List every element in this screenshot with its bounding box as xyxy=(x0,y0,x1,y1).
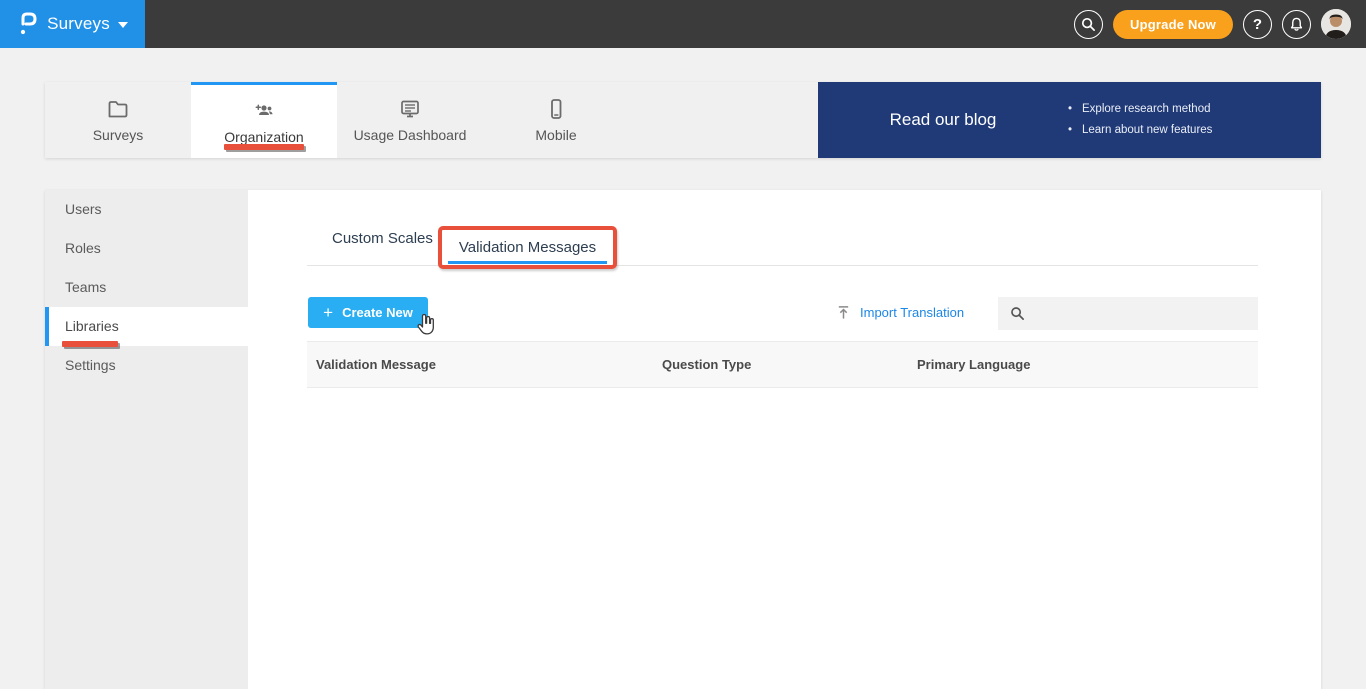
top-bar: Surveys Upgrade Now ? xyxy=(0,0,1366,48)
annotation-underline-libraries xyxy=(62,341,118,347)
sidebar-item-label: Libraries xyxy=(65,318,119,334)
module-nav-card: Surveys Organization Usage Dashboard Mob… xyxy=(45,82,1321,158)
user-avatar[interactable] xyxy=(1321,9,1351,39)
sidebar-item-teams[interactable]: Teams xyxy=(45,268,248,307)
help-icon: ? xyxy=(1252,15,1263,33)
column-header-primary-language: Primary Language xyxy=(917,357,1031,372)
create-new-label: Create New xyxy=(342,305,413,320)
bell-icon xyxy=(1290,17,1303,31)
column-header-validation-message: Validation Message xyxy=(316,357,436,372)
blog-bullet-list: Explore research method Learn about new … xyxy=(1068,99,1212,141)
libraries-content: Custom Scales Validation Messages + Crea… xyxy=(248,190,1321,689)
notifications-button[interactable] xyxy=(1282,9,1311,39)
nav-tab-organization[interactable]: Organization xyxy=(191,82,337,158)
create-new-button[interactable]: + Create New xyxy=(308,297,428,328)
dashboard-icon xyxy=(401,100,419,118)
mobile-icon xyxy=(551,99,562,119)
annotation-underline-organization xyxy=(224,144,304,150)
sidebar-item-users[interactable]: Users xyxy=(45,190,248,229)
organization-sidebar: Users Roles Teams Libraries Settings xyxy=(45,190,248,689)
import-translation-link[interactable]: Import Translation xyxy=(836,297,964,328)
nav-tab-label: Mobile xyxy=(535,127,577,143)
tab-label: Custom Scales xyxy=(332,230,433,247)
nav-tab-label: Organization xyxy=(224,128,304,145)
validation-messages-table-header: Validation Message Question Type Primary… xyxy=(307,341,1258,388)
help-button[interactable]: ? xyxy=(1243,9,1272,39)
sidebar-item-label: Settings xyxy=(65,357,116,373)
nav-tab-label: Usage Dashboard xyxy=(353,127,467,143)
table-search-box xyxy=(998,297,1258,330)
folder-icon xyxy=(108,101,128,118)
nav-tab-surveys[interactable]: Surveys xyxy=(45,82,191,158)
chevron-down-icon xyxy=(117,22,128,28)
column-header-question-type: Question Type xyxy=(662,357,752,372)
sidebar-item-label: Roles xyxy=(65,240,101,256)
nav-tab-usage-dashboard[interactable]: Usage Dashboard xyxy=(337,82,483,158)
import-translation-label: Import Translation xyxy=(860,305,965,320)
avatar-photo xyxy=(1321,9,1351,39)
top-actions: Upgrade Now ? xyxy=(1074,9,1366,39)
screen: Surveys Upgrade Now ? Surveys Organizati… xyxy=(0,0,1366,689)
plus-icon: + xyxy=(323,302,334,322)
blog-title: Read our blog xyxy=(889,110,997,129)
sidebar-item-label: Teams xyxy=(65,279,107,295)
product-name: Surveys xyxy=(47,14,110,33)
sidebar-item-label: Users xyxy=(65,201,102,217)
nav-tab-label: Surveys xyxy=(92,127,144,143)
tab-custom-scales[interactable]: Custom Scales xyxy=(332,230,433,247)
blog-bullet: Learn about new features xyxy=(1068,120,1212,141)
blog-bullet: Explore research method xyxy=(1068,99,1212,120)
search-icon xyxy=(1011,307,1024,320)
sidebar-item-roles[interactable]: Roles xyxy=(45,229,248,268)
person-add-icon xyxy=(255,104,273,115)
active-tab-underline xyxy=(448,261,607,264)
search-button[interactable] xyxy=(1074,9,1104,39)
search-input[interactable] xyxy=(998,297,1258,330)
blog-promo-panel[interactable]: Read our blog Explore research method Le… xyxy=(818,82,1321,158)
questionpro-logo-icon xyxy=(20,12,37,35)
product-switcher[interactable]: Surveys xyxy=(0,0,145,48)
sidebar-item-settings[interactable]: Settings xyxy=(45,346,248,385)
main-card: Users Roles Teams Libraries Settings Cus… xyxy=(45,190,1321,689)
nav-tab-mobile[interactable]: Mobile xyxy=(483,82,629,158)
tab-validation-messages[interactable]: Validation Messages xyxy=(459,239,596,256)
annotation-box-validation-messages: Validation Messages xyxy=(438,226,617,269)
search-icon xyxy=(1081,17,1095,31)
upload-to-bar-icon xyxy=(838,306,849,319)
upgrade-now-button[interactable]: Upgrade Now xyxy=(1113,9,1233,39)
